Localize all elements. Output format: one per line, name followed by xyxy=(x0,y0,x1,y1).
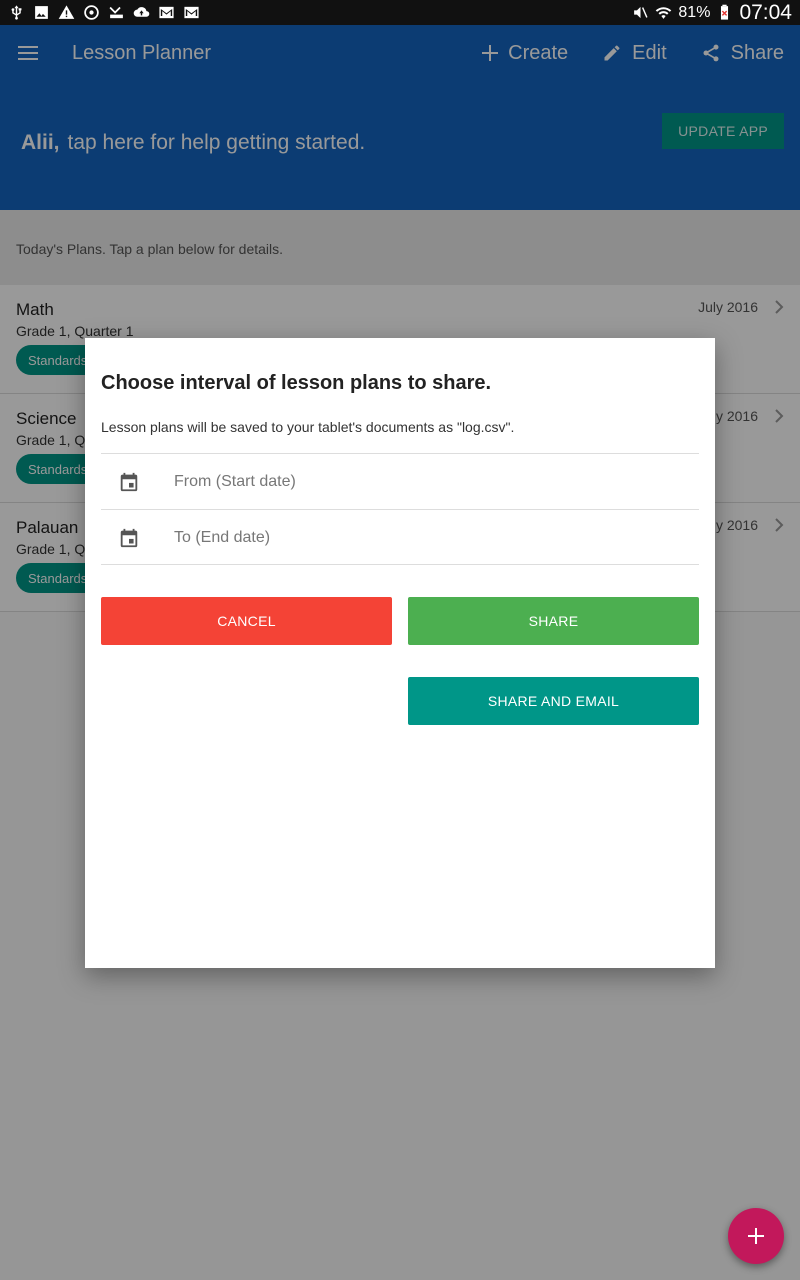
cloud-upload-icon xyxy=(133,7,150,17)
share-and-email-button[interactable]: SHARE AND EMAIL xyxy=(408,677,699,725)
calendar-icon xyxy=(120,528,138,547)
system-icons: 81% 07:04 xyxy=(632,1,800,25)
divider xyxy=(101,564,699,565)
share-dialog: Choose interval of lesson plans to share… xyxy=(85,338,715,968)
battery-percent: 81% xyxy=(678,3,711,21)
plus-icon xyxy=(748,1228,764,1244)
mute-icon xyxy=(634,6,648,19)
usb-icon xyxy=(11,5,22,20)
dialog-description: Lesson plans will be saved to your table… xyxy=(101,419,515,435)
start-date-field[interactable]: From (Start date) xyxy=(101,453,699,509)
calendar-icon xyxy=(120,472,138,491)
start-date-placeholder: From (Start date) xyxy=(174,472,296,490)
wifi-icon xyxy=(656,7,672,19)
battery-icon xyxy=(721,4,729,20)
end-date-field[interactable]: To (End date) xyxy=(101,509,699,565)
end-date-placeholder: To (End date) xyxy=(174,528,271,546)
cancel-button[interactable]: CANCEL xyxy=(101,597,392,645)
dialog-title: Choose interval of lesson plans to share… xyxy=(101,372,492,394)
sync-icon xyxy=(84,5,99,20)
missed-call-icon xyxy=(109,6,123,19)
image-icon xyxy=(35,6,48,19)
warning-icon xyxy=(58,5,75,19)
gmail-icon xyxy=(159,6,174,19)
gmail-icon xyxy=(184,6,199,19)
share-confirm-button[interactable]: SHARE xyxy=(408,597,699,645)
clock: 07:04 xyxy=(739,0,792,24)
status-bar: 81% 07:04 xyxy=(0,0,800,25)
notification-icons xyxy=(0,4,200,21)
add-plan-fab[interactable] xyxy=(728,1208,784,1264)
